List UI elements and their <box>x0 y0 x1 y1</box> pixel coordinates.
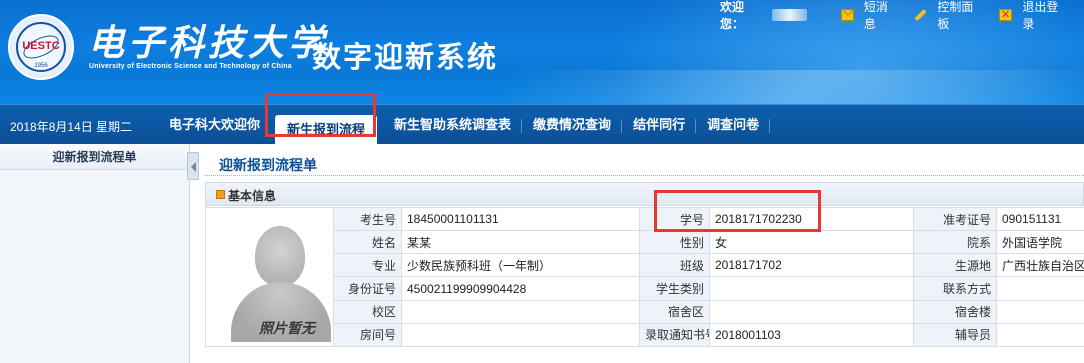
value-name: 某某 <box>401 230 640 255</box>
annotation-highlight-student-id <box>654 190 821 232</box>
value-dorm-building <box>996 299 1084 324</box>
sidebar: 迎新报到流程单 <box>0 144 190 363</box>
student-info-table: 照片暂无 考生号 18450001101131 学号 2018171702230… <box>205 206 1084 348</box>
label-dorm-area: 宿舍区 <box>639 299 710 324</box>
mail-icon <box>840 9 854 21</box>
value-class: 2018171702 <box>709 253 914 278</box>
value-student-type <box>709 276 914 301</box>
annotation-highlight-tab <box>265 93 376 137</box>
label-department: 院系 <box>913 230 997 255</box>
label-contact: 联系方式 <box>913 276 997 301</box>
current-date: 2018年8月14日 星期二 <box>10 120 133 134</box>
avatar-head-icon <box>255 226 305 286</box>
nav-tab-questionnaire[interactable]: 调查问卷 <box>696 105 771 145</box>
logo-text: UESTC <box>22 40 60 52</box>
main-nav: 2018年8月14日 星期二 电子科大欢迎你 新生报到流程 新生智助系统调查表 … <box>0 104 1084 145</box>
label-counselor: 辅导员 <box>913 322 997 348</box>
photo-cell: 照片暂无 <box>205 207 334 347</box>
label-student-type: 学生类别 <box>639 276 710 301</box>
label-exam-number: 考生号 <box>333 206 402 232</box>
label-class: 班级 <box>639 253 710 278</box>
value-dorm-area <box>709 299 914 324</box>
logo-year: 1956 <box>34 63 48 69</box>
label-gender: 性别 <box>639 230 710 255</box>
value-room-number <box>401 322 640 348</box>
username-redacted <box>772 9 807 21</box>
label-id-card: 身份证号 <box>333 276 402 301</box>
label-major: 专业 <box>333 253 402 278</box>
exit-icon <box>999 8 1013 21</box>
value-admission-letter: 2018001103 <box>709 322 914 348</box>
page-title-bar: 迎新报到流程单 <box>205 152 1084 176</box>
value-counselor <box>996 322 1084 348</box>
value-id-card: 450021199909904428 <box>401 276 640 301</box>
label-admission-ticket: 准考证号 <box>913 206 997 232</box>
school-name-en: University of Electronic Science and Tec… <box>89 63 292 70</box>
value-campus <box>401 299 640 324</box>
label-room-number: 房间号 <box>333 322 402 348</box>
table-row: 照片暂无 考生号 18450001101131 学号 2018171702230… <box>205 206 1084 347</box>
label-origin: 生源地 <box>913 253 997 278</box>
header-banner: UESTC 1956 电子科技大学 University of Electron… <box>0 0 1084 104</box>
section-title: 基本信息 <box>228 189 277 203</box>
table-row: 身份证号 450021199909904428 学生类别 联系方式 <box>206 276 1084 301</box>
messages-label: 短消息 <box>863 0 888 31</box>
value-admission-ticket: 090151131 <box>996 206 1084 232</box>
table-row: 姓名 某某 性别 女 院系 外国语学院 <box>206 230 1084 255</box>
school-name-cn: 电子科技大学 <box>88 22 329 64</box>
header-light-streak <box>488 70 1084 104</box>
value-gender: 女 <box>709 230 914 255</box>
square-bullet-icon <box>216 190 225 199</box>
value-contact <box>996 276 1084 301</box>
table-row: 房间号 录取通知书号 2018001103 辅导员 <box>206 322 1084 348</box>
value-major: 少数民族预科班（一年制） <box>401 253 640 278</box>
label-dorm-building: 宿舍楼 <box>913 299 997 324</box>
top-links: 欢迎您： 短消息 控制面板 退出登录 <box>720 0 1084 31</box>
student-photo-placeholder: 照片暂无 <box>211 209 331 346</box>
welcome-label: 欢迎您： <box>720 0 745 31</box>
table-row: 专业 少数民族预科班（一年制） 班级 2018171702 生源地 广西壮族自治… <box>206 253 1084 278</box>
nav-tab-payment-query[interactable]: 缴费情况查询 <box>522 105 623 145</box>
messages-link[interactable]: 短消息 <box>840 0 899 32</box>
label-campus: 校区 <box>333 299 402 324</box>
value-department: 外国语学院 <box>996 230 1084 255</box>
main-content: 迎新报到流程单 基本信息 照片暂无 考生号 18450001101131 学号 … <box>205 144 1084 363</box>
label-name: 姓名 <box>333 230 402 255</box>
value-origin: 广西壮族自治区 <box>996 253 1084 278</box>
nav-tab-welcome[interactable]: 电子科大欢迎你 <box>158 105 271 145</box>
nav-tab-travel-companion[interactable]: 结伴同行 <box>622 105 697 145</box>
table-row: 校区 宿舍区 宿舍楼 <box>206 299 1084 324</box>
logout-link[interactable]: 退出登录 <box>999 0 1068 32</box>
university-logo: UESTC 1956 <box>8 14 74 80</box>
page-title: 迎新报到流程单 <box>219 157 317 173</box>
control-panel-link[interactable]: 控制面板 <box>914 0 983 32</box>
pencil-icon <box>914 8 927 22</box>
nav-tabs: 电子科大欢迎你 新生报到流程 新生智助系统调查表 缴费情况查询 结伴同行 调查问… <box>158 105 771 145</box>
value-exam-number: 18450001101131 <box>401 206 640 232</box>
sidebar-item-registration-form[interactable]: 迎新报到流程单 <box>0 144 189 170</box>
label-admission-letter: 录取通知书号 <box>639 322 710 348</box>
photo-caption: 照片暂无 <box>259 320 315 336</box>
nav-tab-survey-form[interactable]: 新生智助系统调查表 <box>383 105 523 145</box>
control-panel-label: 控制面板 <box>937 0 974 31</box>
section-header-basic-info: 基本信息 <box>205 182 1084 206</box>
sidebar-collapse-button[interactable] <box>187 152 199 180</box>
logout-label: 退出登录 <box>1022 0 1059 31</box>
system-title: 数字迎新系统 <box>312 42 499 74</box>
